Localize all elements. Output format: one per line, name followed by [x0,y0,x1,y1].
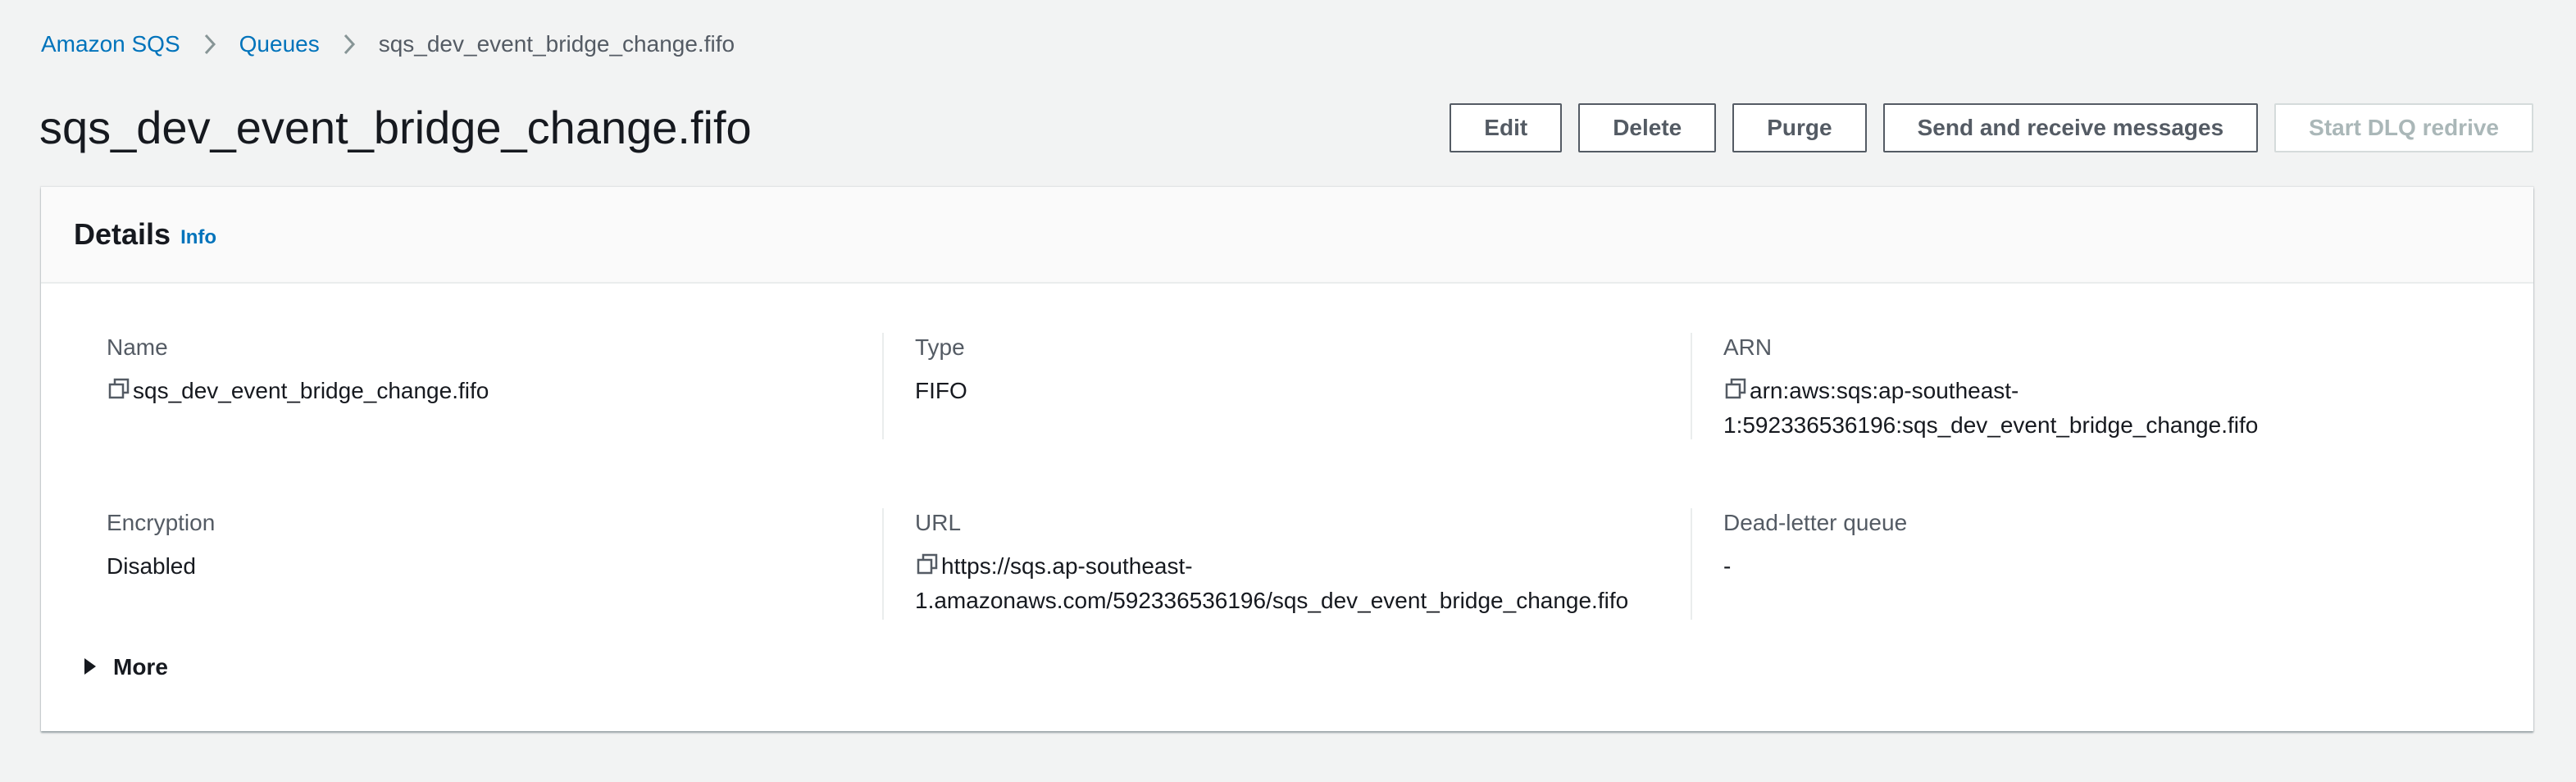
type-field: Type FIFO [915,331,1653,408]
encryption-field: Encryption Disabled [107,507,844,584]
name-value: sqs_dev_event_bridge_change.fifo [133,378,489,403]
delete-button[interactable]: Delete [1578,103,1717,152]
breadcrumb-amazon-sqs[interactable]: Amazon SQS [41,28,180,61]
type-label: Type [915,334,965,360]
breadcrumb-current: sqs_dev_event_bridge_change.fifo [378,31,735,57]
name-value-row: sqs_dev_event_bridge_change.fifo [107,374,844,408]
type-value: FIFO [915,378,967,403]
purge-button[interactable]: Purge [1732,103,1867,152]
page-title: sqs_dev_event_bridge_change.fifo [39,102,752,153]
arn-field: ARN arn:aws:sqs:ap-southeast- 1:59233653… [1723,331,2461,443]
info-link[interactable]: Info [180,226,216,249]
name-label: Name [107,334,168,360]
url-value-line2: 1.amazonaws.com/592336536196/sqs_dev_eve… [915,588,1629,613]
dead-letter-queue-label: Dead-letter queue [1723,510,1908,535]
edit-button[interactable]: Edit [1450,103,1563,152]
chevron-right-icon [343,34,356,55]
arn-value-row: arn:aws:sqs:ap-southeast- 1:592336536196… [1723,374,2461,443]
action-buttons: Edit Delete Purge Send and receive messa… [1450,103,2533,152]
url-field: URL https://sqs.ap-southeast- 1.amazonaw… [915,507,1702,618]
arn-label: ARN [1723,334,1773,360]
caret-right-icon [84,654,97,680]
encryption-value: Disabled [107,553,196,579]
more-label: More [113,654,168,680]
column-divider [1691,333,1692,439]
dead-letter-queue-field: Dead-letter queue - [1723,507,2461,584]
breadcrumb-queues[interactable]: Queues [239,28,320,61]
url-value-line1: https://sqs.ap-southeast- [941,553,1193,579]
details-title: Details [74,217,171,251]
copy-icon[interactable] [1723,377,1748,402]
copy-icon[interactable] [915,552,940,577]
url-value-row: https://sqs.ap-southeast- 1.amazonaws.co… [915,549,1702,618]
breadcrumb: Amazon SQS Queues sqs_dev_event_bridge_c… [41,28,735,61]
url-label: URL [915,510,962,535]
arn-value-line2: 1:592336536196:sqs_dev_event_bridge_chan… [1723,412,2259,438]
details-panel: Details Info Name sqs_dev_event_bridge_c… [41,187,2533,731]
arn-value-line1: arn:aws:sqs:ap-southeast- [1750,378,2019,403]
name-field: Name sqs_dev_event_bridge_change.fifo [107,331,844,408]
more-expander[interactable]: More [84,654,168,680]
dead-letter-queue-value: - [1723,553,1732,579]
start-dlq-redrive-button[interactable]: Start DLQ redrive [2274,103,2533,152]
encryption-label: Encryption [107,510,216,535]
copy-icon[interactable] [107,377,131,402]
column-divider [882,508,884,620]
send-receive-messages-button[interactable]: Send and receive messages [1882,103,2259,152]
chevron-right-icon [203,34,216,55]
details-header: Details Info [41,187,2533,284]
column-divider [882,333,884,439]
